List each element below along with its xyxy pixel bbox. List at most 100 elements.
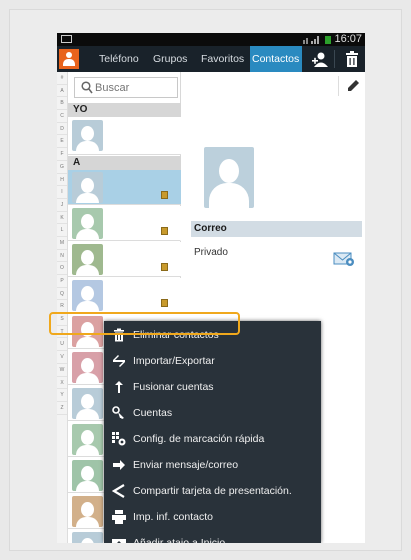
- contact-row[interactable]: [68, 242, 181, 277]
- import-export-icon: [113, 355, 125, 367]
- send-email-icon[interactable]: [333, 252, 355, 266]
- email-type-label: Privado: [194, 247, 228, 258]
- section-header-me: YO: [68, 103, 181, 117]
- share-icon: [112, 484, 125, 498]
- menu-item-speed-dial-settings[interactable]: Config. de marcación rápida: [104, 426, 321, 452]
- clock: 16:07: [334, 33, 362, 45]
- index-letter[interactable]: L: [57, 224, 67, 237]
- index-letter[interactable]: O: [57, 262, 67, 275]
- index-letter[interactable]: F: [57, 148, 67, 161]
- search-input[interactable]: [95, 80, 175, 95]
- menu-item-label: Imp. inf. contacto: [133, 511, 213, 523]
- index-letter[interactable]: N: [57, 250, 67, 263]
- index-letter[interactable]: Y: [57, 389, 67, 402]
- status-bar: 16:07: [57, 33, 365, 46]
- index-letter[interactable]: Z: [57, 402, 67, 415]
- sim-card-icon: [161, 191, 168, 199]
- menu-item-send-message[interactable]: Enviar mensaje/correo: [104, 452, 321, 478]
- menu-item-label: Fusionar cuentas: [133, 381, 214, 393]
- index-letter[interactable]: P: [57, 275, 67, 288]
- print-icon: [112, 510, 126, 524]
- index-letter[interactable]: D: [57, 123, 67, 136]
- avatar: [72, 496, 103, 527]
- menu-item-accounts[interactable]: Cuentas: [104, 400, 321, 426]
- index-letter[interactable]: W: [57, 364, 67, 377]
- tab-contactos[interactable]: Contactos: [250, 46, 302, 72]
- sim-card-icon: [161, 227, 168, 235]
- tab-telefono[interactable]: Teléfono: [85, 46, 143, 72]
- menu-item-print-contact[interactable]: Imp. inf. contacto: [104, 504, 321, 530]
- contacts-app-icon[interactable]: [59, 49, 79, 69]
- index-letter[interactable]: G: [57, 161, 67, 174]
- menu-item-label: Añadir atajo a Inicio: [133, 537, 226, 543]
- avatar: [72, 424, 103, 455]
- index-letter[interactable]: X: [57, 377, 67, 390]
- index-letter[interactable]: C: [57, 110, 67, 123]
- contact-row[interactable]: [68, 206, 181, 241]
- alphabet-index[interactable]: # A B C D E F G H I J K L M N O P Q R S …: [57, 72, 68, 543]
- divider: [338, 76, 339, 96]
- menu-item-label: Enviar mensaje/correo: [133, 459, 239, 471]
- index-letter[interactable]: Q: [57, 288, 67, 301]
- contact-row[interactable]: [68, 170, 181, 205]
- avatar: [72, 532, 103, 543]
- highlight-annotation: [49, 312, 240, 335]
- menu-item-share-card[interactable]: Compartir tarjeta de presentación.: [104, 478, 321, 504]
- menu-item-add-shortcut[interactable]: Añadir atajo a Inicio: [104, 530, 321, 543]
- section-header-a: A: [68, 156, 181, 170]
- avatar: [72, 244, 103, 275]
- signal-icon: [303, 36, 319, 44]
- tab-label: Contactos: [252, 53, 300, 65]
- menu-item-label: Importar/Exportar: [133, 355, 215, 367]
- shortcut-icon: [112, 539, 126, 543]
- avatar: [72, 460, 103, 491]
- tab-label: Grupos: [153, 53, 188, 65]
- menu-item-label: Cuentas: [133, 407, 173, 419]
- avatar: [72, 172, 103, 203]
- email-section-header: Correo: [191, 221, 362, 237]
- contact-photo[interactable]: [204, 147, 254, 208]
- index-letter[interactable]: E: [57, 135, 67, 149]
- search-box[interactable]: [74, 77, 178, 98]
- menu-item-import-export[interactable]: Importar/Exportar: [104, 348, 321, 374]
- tab-label: Favoritos: [201, 53, 245, 65]
- index-letter[interactable]: I: [57, 186, 67, 199]
- tab-bar: Teléfono Grupos Favoritos Contactos: [57, 46, 365, 72]
- options-menu: Eliminar contactos Importar/Exportar Fus…: [104, 321, 321, 543]
- divider: [334, 50, 335, 68]
- menu-item-label: Compartir tarjeta de presentación.: [133, 485, 292, 497]
- avatar: [72, 352, 103, 383]
- merge-icon: [115, 381, 123, 393]
- avatar: [72, 208, 103, 239]
- index-letter[interactable]: V: [57, 351, 67, 364]
- menu-item-label: Config. de marcación rápida: [133, 433, 265, 445]
- index-letter[interactable]: M: [57, 237, 67, 250]
- index-letter[interactable]: K: [57, 212, 67, 225]
- index-letter[interactable]: H: [57, 174, 67, 187]
- menu-item-merge-accounts[interactable]: Fusionar cuentas: [104, 374, 321, 400]
- index-letter[interactable]: U: [57, 338, 67, 352]
- avatar: [72, 280, 103, 311]
- contact-row-me[interactable]: [68, 117, 181, 155]
- sim-card-icon: [161, 263, 168, 271]
- index-letter[interactable]: #: [57, 72, 67, 85]
- speed-dial-icon: [112, 432, 126, 446]
- index-letter[interactable]: A: [57, 85, 67, 98]
- search-icon: [81, 81, 93, 94]
- tab-label: Teléfono: [99, 53, 139, 65]
- image-notification-icon: [61, 35, 72, 43]
- delete-icon[interactable]: [343, 50, 361, 68]
- key-icon: [112, 406, 124, 419]
- edit-icon[interactable]: [345, 78, 361, 94]
- add-contact-icon[interactable]: [311, 50, 331, 68]
- tab-grupos[interactable]: Grupos: [153, 46, 195, 72]
- index-letter[interactable]: J: [57, 199, 67, 212]
- tab-favoritos[interactable]: Favoritos: [201, 46, 251, 72]
- index-letter[interactable]: B: [57, 97, 67, 111]
- sim-card-icon: [161, 299, 168, 307]
- avatar: [72, 120, 103, 151]
- arrow-right-icon: [113, 460, 125, 470]
- phone-screen: 16:07 Teléfono Grupos Favoritos Contacto…: [57, 33, 365, 543]
- contact-row[interactable]: [68, 278, 181, 313]
- avatar: [72, 388, 103, 419]
